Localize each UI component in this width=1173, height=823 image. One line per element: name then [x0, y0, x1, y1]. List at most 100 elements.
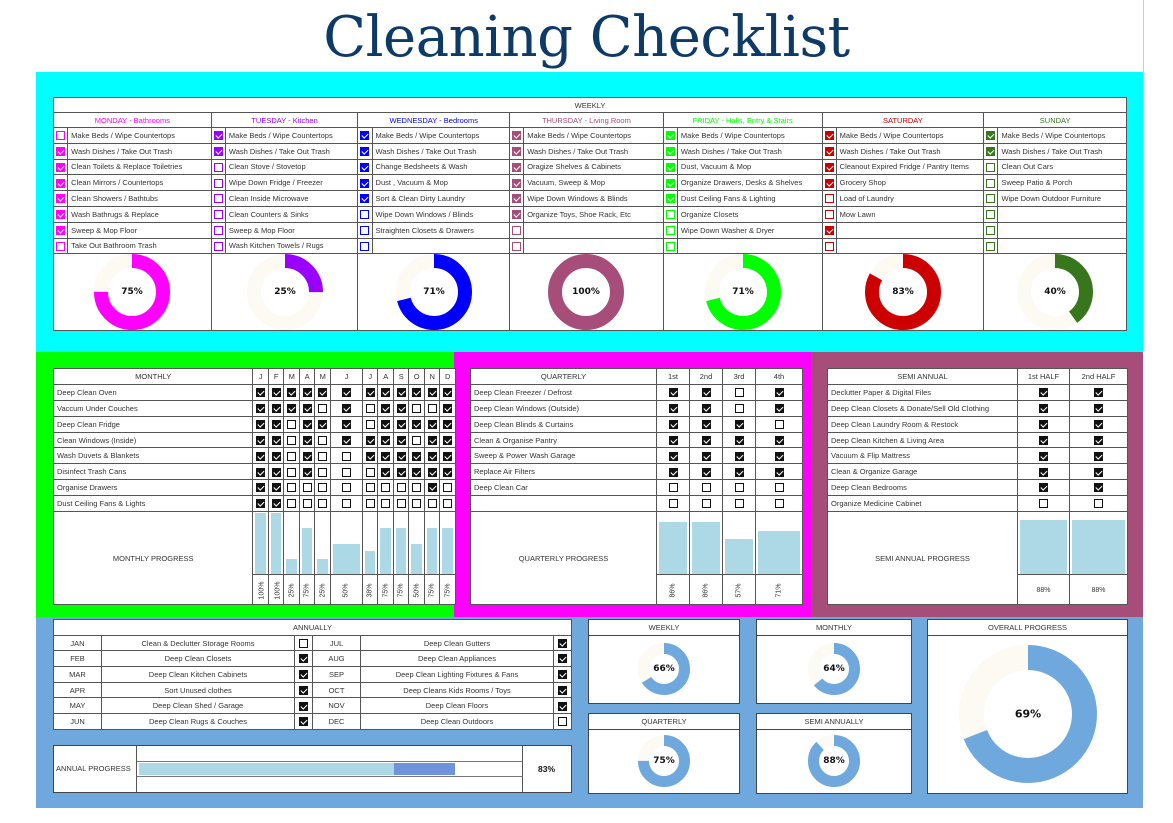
checkbox[interactable]	[824, 210, 834, 220]
checkbox[interactable]	[341, 419, 351, 429]
checkbox[interactable]	[665, 131, 675, 141]
checkbox[interactable]	[558, 638, 567, 648]
checkbox[interactable]	[443, 419, 453, 429]
checkbox[interactable]	[318, 451, 328, 461]
checkbox[interactable]	[701, 388, 711, 398]
checkbox[interactable]	[299, 670, 308, 680]
checkbox[interactable]	[56, 194, 66, 204]
checkbox[interactable]	[287, 483, 297, 493]
checkbox[interactable]	[1094, 467, 1103, 477]
checkbox[interactable]	[271, 435, 281, 445]
checkbox[interactable]	[774, 451, 784, 461]
checkbox[interactable]	[56, 178, 66, 188]
checkbox[interactable]	[412, 388, 422, 398]
checkbox[interactable]	[302, 388, 312, 398]
checkbox[interactable]	[360, 241, 370, 251]
checkbox[interactable]	[774, 435, 784, 445]
checkbox[interactable]	[427, 499, 437, 509]
checkbox[interactable]	[1039, 467, 1048, 477]
checkbox[interactable]	[287, 403, 297, 413]
checkbox[interactable]	[287, 419, 297, 429]
checkbox[interactable]	[341, 403, 351, 413]
checkbox[interactable]	[824, 225, 834, 235]
checkbox[interactable]	[986, 146, 996, 156]
checkbox[interactable]	[412, 467, 422, 477]
checkbox[interactable]	[412, 483, 422, 493]
checkbox[interactable]	[365, 451, 375, 461]
checkbox[interactable]	[381, 435, 391, 445]
checkbox[interactable]	[443, 388, 453, 398]
checkbox[interactable]	[1039, 483, 1048, 493]
checkbox[interactable]	[56, 162, 66, 172]
checkbox[interactable]	[381, 483, 391, 493]
checkbox[interactable]	[381, 499, 391, 509]
checkbox[interactable]	[341, 499, 351, 509]
checkbox[interactable]	[774, 499, 784, 509]
checkbox[interactable]	[256, 467, 266, 477]
checkbox[interactable]	[396, 483, 406, 493]
checkbox[interactable]	[318, 467, 328, 477]
checkbox[interactable]	[302, 403, 312, 413]
checkbox[interactable]	[360, 131, 370, 141]
checkbox[interactable]	[986, 225, 996, 235]
checkbox[interactable]	[443, 451, 453, 461]
checkbox[interactable]	[56, 241, 66, 251]
checkbox[interactable]	[512, 178, 522, 188]
checkbox[interactable]	[381, 403, 391, 413]
checkbox[interactable]	[318, 483, 328, 493]
checkbox[interactable]	[213, 178, 223, 188]
checkbox[interactable]	[512, 225, 522, 235]
checkbox[interactable]	[701, 499, 711, 509]
checkbox[interactable]	[302, 499, 312, 509]
checkbox[interactable]	[986, 131, 996, 141]
checkbox[interactable]	[341, 435, 351, 445]
checkbox[interactable]	[396, 388, 406, 398]
checkbox[interactable]	[443, 483, 453, 493]
checkbox[interactable]	[412, 499, 422, 509]
checkbox[interactable]	[256, 435, 266, 445]
checkbox[interactable]	[271, 451, 281, 461]
checkbox[interactable]	[1039, 499, 1048, 509]
checkbox[interactable]	[1039, 451, 1048, 461]
checkbox[interactable]	[396, 499, 406, 509]
checkbox[interactable]	[665, 225, 675, 235]
checkbox[interactable]	[774, 388, 784, 398]
checkbox[interactable]	[412, 419, 422, 429]
checkbox[interactable]	[1039, 419, 1048, 429]
checkbox[interactable]	[302, 467, 312, 477]
checkbox[interactable]	[734, 419, 744, 429]
checkbox[interactable]	[302, 451, 312, 461]
checkbox[interactable]	[701, 403, 711, 413]
checkbox[interactable]	[365, 435, 375, 445]
checkbox[interactable]	[734, 499, 744, 509]
checkbox[interactable]	[287, 451, 297, 461]
checkbox[interactable]	[1094, 403, 1103, 413]
checkbox[interactable]	[318, 388, 328, 398]
checkbox[interactable]	[734, 403, 744, 413]
checkbox[interactable]	[665, 146, 675, 156]
checkbox[interactable]	[512, 210, 522, 220]
checkbox[interactable]	[701, 467, 711, 477]
checkbox[interactable]	[774, 403, 784, 413]
checkbox[interactable]	[213, 146, 223, 156]
checkbox[interactable]	[213, 225, 223, 235]
checkbox[interactable]	[271, 403, 281, 413]
checkbox[interactable]	[512, 241, 522, 251]
checkbox[interactable]	[427, 451, 437, 461]
checkbox[interactable]	[427, 388, 437, 398]
checkbox[interactable]	[365, 483, 375, 493]
checkbox[interactable]	[443, 403, 453, 413]
checkbox[interactable]	[734, 483, 744, 493]
checkbox[interactable]	[986, 194, 996, 204]
checkbox[interactable]	[318, 499, 328, 509]
checkbox[interactable]	[341, 483, 351, 493]
checkbox[interactable]	[381, 451, 391, 461]
checkbox[interactable]	[427, 483, 437, 493]
checkbox[interactable]	[299, 654, 308, 664]
checkbox[interactable]	[256, 419, 266, 429]
checkbox[interactable]	[299, 685, 308, 695]
checkbox[interactable]	[271, 419, 281, 429]
checkbox[interactable]	[1039, 435, 1048, 445]
checkbox[interactable]	[56, 210, 66, 220]
checkbox[interactable]	[299, 638, 308, 648]
